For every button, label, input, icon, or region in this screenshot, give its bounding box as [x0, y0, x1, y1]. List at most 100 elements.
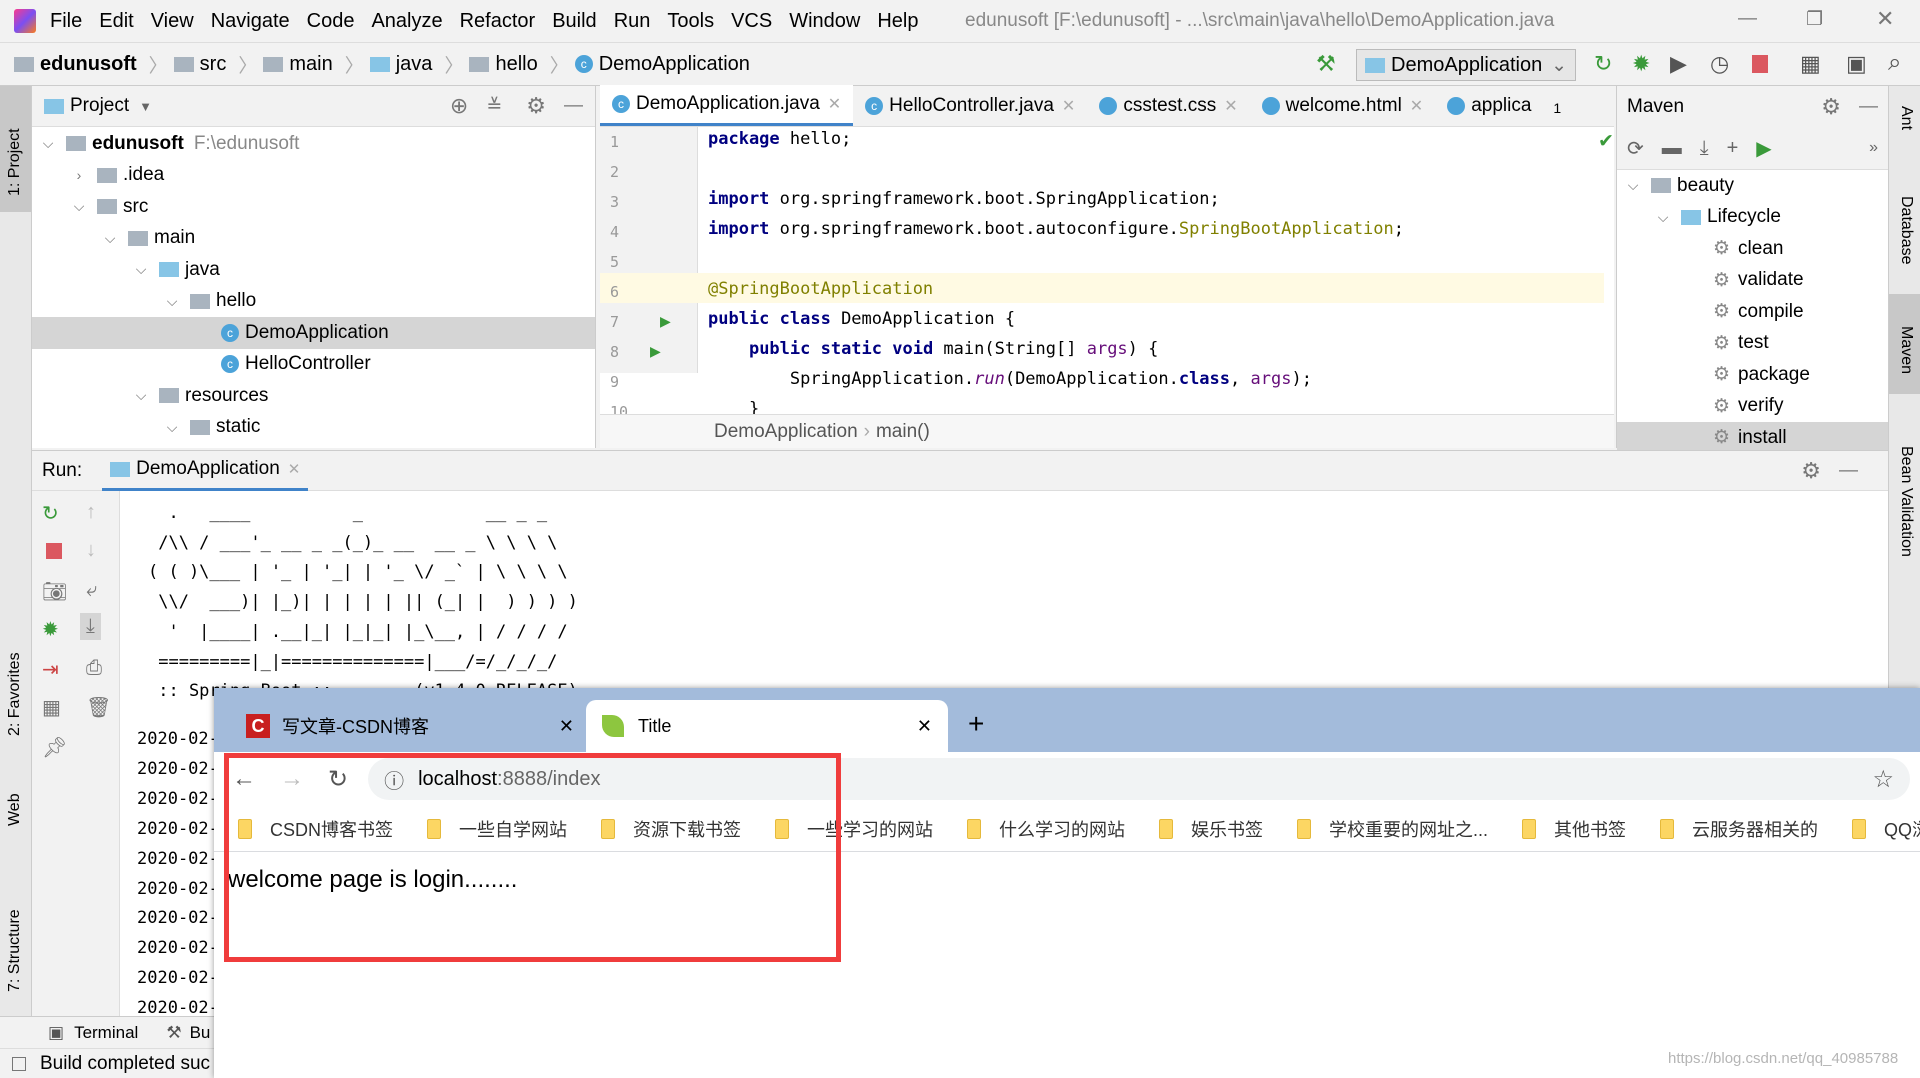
trash-icon[interactable]: 🗑︎ — [86, 695, 111, 720]
chevron-down-icon[interactable]: ⌵ — [100, 230, 120, 247]
menu-window[interactable]: Window — [789, 10, 860, 33]
strip-bean-validation[interactable]: Bean Validation — [1897, 446, 1915, 557]
tree-item[interactable]: c DemoApplication — [32, 317, 595, 349]
rerun-icon[interactable]: ↻ — [1594, 51, 1612, 77]
menu-build[interactable]: Build — [552, 10, 596, 33]
bookmark-folder[interactable]: 学校重要的网址之... — [1297, 816, 1488, 842]
project-structure-icon[interactable]: ▦ — [1800, 51, 1821, 77]
menu-vcs[interactable]: VCS — [731, 10, 772, 33]
close-icon[interactable]: ✕ — [1410, 96, 1423, 116]
download-icon[interactable]: ⤓ — [1700, 137, 1709, 160]
menu-help[interactable]: Help — [877, 10, 918, 33]
close-icon[interactable]: ✕ — [1062, 96, 1075, 116]
collapse-icon[interactable]: ≚ — [486, 95, 502, 118]
close-icon[interactable]: ✕ — [917, 716, 932, 737]
reload-icon[interactable]: ⟳ — [1627, 136, 1644, 161]
editor-tab[interactable]: csstest.css ✕ — [1087, 85, 1249, 126]
project-title[interactable]: Project — [70, 95, 129, 117]
nav-crumb[interactable]: main — [263, 53, 333, 76]
chevron-down-icon[interactable]: ⌵ — [1653, 209, 1673, 226]
debug-icon[interactable]: ✹ — [42, 617, 59, 642]
chevron-down-icon[interactable]: ⌵ — [38, 135, 58, 152]
nav-crumb[interactable]: c DemoApplication — [574, 53, 750, 76]
camera-icon[interactable]: 📷︎ — [42, 579, 67, 604]
folder-icon[interactable]: ▬ — [1662, 137, 1682, 160]
tree-item[interactable]: ⌵ java — [32, 254, 595, 286]
layout-icon[interactable]: ▦ — [42, 695, 61, 720]
build-hammer-icon[interactable]: ⚒ — [1316, 51, 1336, 77]
bookmark-folder[interactable]: 其他书签 — [1522, 816, 1626, 842]
strip-web[interactable]: Web — [6, 793, 24, 826]
menu-view[interactable]: View — [151, 10, 194, 33]
menu-code[interactable]: Code — [307, 10, 355, 33]
breadcrumb-class[interactable]: DemoApplication — [714, 421, 858, 443]
tree-item[interactable]: ⌵ hello — [32, 286, 595, 318]
tree-item[interactable]: ⌵ main — [32, 223, 595, 255]
menu-navigate[interactable]: Navigate — [211, 10, 290, 33]
browser-tab-csdn[interactable]: C 写文章-CSDN博客 ✕ — [230, 700, 590, 752]
gear-icon[interactable]: ⚙ — [1801, 458, 1821, 484]
debug-icon[interactable]: ✹ — [1632, 51, 1650, 77]
hide-icon[interactable]: — — [1859, 96, 1878, 118]
run-tab[interactable]: DemoApplication ✕ — [102, 451, 309, 491]
chevron-down-icon[interactable]: ⌵ — [131, 387, 151, 404]
tree-item[interactable]: › .idea — [32, 160, 595, 192]
bookmark-folder[interactable]: QQ浏览器 — [1852, 816, 1920, 842]
strip-ant[interactable]: Ant — [1897, 106, 1915, 130]
restore-button[interactable]: ❐ — [1806, 8, 1823, 31]
nav-crumb[interactable]: java — [369, 53, 432, 76]
menu-run[interactable]: Run — [614, 10, 651, 33]
browser-tab-title[interactable]: Title ✕ — [586, 700, 948, 752]
up-icon[interactable]: ↑ — [86, 501, 96, 524]
run-gutter-icon[interactable]: ▶ — [650, 343, 661, 360]
minimize-button[interactable]: — — [1738, 8, 1757, 30]
hide-icon[interactable]: — — [564, 95, 583, 117]
maven-item[interactable]: ⌵ Lifecycle — [1617, 202, 1888, 234]
wrap-icon[interactable]: ⤶ — [86, 579, 97, 602]
strip-structure[interactable]: 7: Structure — [6, 909, 24, 992]
tree-item[interactable]: ⌵ edunusoft F:\edunusoft — [32, 128, 595, 160]
nav-crumb[interactable]: hello — [469, 53, 538, 76]
chevron-down-icon[interactable]: ⌵ — [69, 198, 89, 215]
pin-icon[interactable]: 📌︎ — [42, 735, 67, 760]
bookmark-folder[interactable]: 娱乐书签 — [1159, 816, 1263, 842]
maven-item[interactable]: ⚙ verify — [1617, 391, 1888, 423]
close-icon[interactable]: ✕ — [288, 460, 301, 478]
maven-item[interactable]: ⚙ install — [1617, 422, 1888, 454]
stop-icon[interactable] — [1752, 55, 1768, 73]
menu-refactor[interactable]: Refactor — [460, 10, 536, 33]
close-window-button[interactable]: ✕ — [1876, 6, 1894, 32]
coverage-icon[interactable]: ▶ — [1670, 51, 1687, 77]
run-icon[interactable]: ▶ — [1756, 136, 1771, 161]
more-icon[interactable]: » — [1869, 139, 1878, 157]
chevron-down-icon[interactable]: ⌵ — [131, 261, 151, 278]
strip-database[interactable]: Database — [1897, 196, 1915, 265]
tree-item[interactable]: c HelloController — [32, 349, 595, 381]
run-config-select[interactable]: DemoApplication ⌄ — [1356, 49, 1576, 81]
editor-tab[interactable]: c HelloController.java ✕ — [853, 85, 1087, 126]
chevron-down-icon[interactable]: ⌵ — [162, 419, 182, 436]
nav-crumb[interactable]: src — [173, 53, 226, 76]
bookmark-folder[interactable]: 什么学习的网站 — [967, 816, 1125, 842]
profile-icon[interactable]: ◷ — [1710, 51, 1729, 77]
strip-maven[interactable]: Maven — [1897, 326, 1915, 374]
add-icon[interactable]: + — [1727, 137, 1739, 160]
tab-overflow[interactable]: 1 — [1553, 100, 1561, 116]
maven-item[interactable]: ⚙ package — [1617, 359, 1888, 391]
rerun-icon[interactable]: ↻ — [42, 501, 59, 526]
maven-item[interactable]: ⚙ clean — [1617, 233, 1888, 265]
chevron-down-icon[interactable]: ⌵ — [1623, 177, 1643, 194]
maven-item[interactable]: ⚙ compile — [1617, 296, 1888, 328]
menu-file[interactable]: File — [50, 10, 82, 33]
print-icon[interactable]: ⎙ — [86, 657, 102, 680]
search-icon[interactable]: ⌕ — [1888, 49, 1901, 77]
gear-icon[interactable]: ⚙ — [1821, 94, 1841, 120]
exit-icon[interactable]: ⇥ — [42, 657, 59, 682]
hide-icon[interactable]: — — [1839, 460, 1858, 482]
gear-icon[interactable]: ⚙ — [526, 93, 546, 119]
maven-item[interactable]: ⚙ validate — [1617, 265, 1888, 297]
locate-icon[interactable]: ⊕ — [450, 93, 468, 119]
maven-item[interactable]: ⌵ beauty — [1617, 170, 1888, 202]
editor-tab[interactable]: c DemoApplication.java ✕ — [600, 85, 854, 126]
star-icon[interactable]: ☆ — [1872, 765, 1894, 794]
